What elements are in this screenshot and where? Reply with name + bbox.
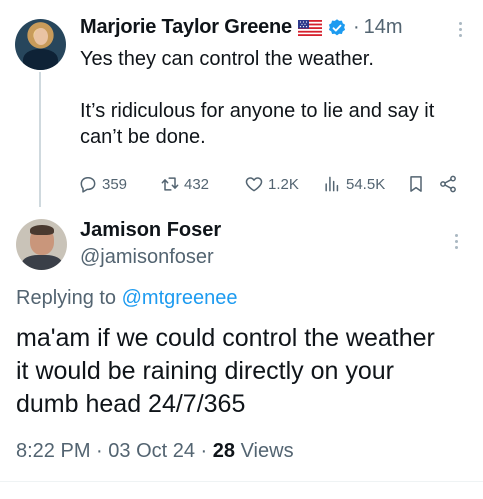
reply-icon: [80, 177, 96, 193]
reply-count: 359: [102, 175, 128, 193]
views-label: Views: [240, 440, 294, 462]
reply-button[interactable]: 359: [78, 171, 127, 197]
tweet-header: Marjorie Taylor Greene · 14m: [80, 16, 403, 39]
author-name[interactable]: Marjorie Taylor Greene: [80, 16, 292, 39]
repost-button[interactable]: 432: [160, 171, 209, 197]
thread-connector-line: [39, 72, 41, 207]
avatar-body: [23, 49, 58, 70]
more-options-icon[interactable]: [457, 22, 463, 40]
share-button[interactable]: [438, 171, 458, 197]
avatar-shirt: [22, 255, 62, 270]
tweet-time[interactable]: 14m: [364, 16, 403, 39]
mention-link[interactable]: @mtgreenee: [122, 287, 238, 309]
like-count: 1.2K: [268, 175, 299, 193]
tweet-date[interactable]: 03 Oct 24: [108, 440, 195, 462]
like-button[interactable]: 1.2K: [244, 171, 299, 197]
bookmark-button[interactable]: [406, 171, 426, 197]
bookmark-icon: [410, 176, 422, 192]
views-count: 28: [212, 440, 236, 462]
separator-dot: ·: [200, 440, 213, 462]
tweet-actions: 359 432 1.2K 54.5K: [78, 171, 468, 197]
replying-to-prefix: Replying to: [16, 287, 117, 309]
replying-to-line: Replying to @mtgreenee: [16, 287, 238, 310]
views-count: 54.5K: [346, 175, 386, 193]
verified-badge-icon[interactable]: [327, 18, 347, 38]
author-name[interactable]: Jamison Foser: [80, 219, 221, 242]
more-options-icon[interactable]: [453, 234, 459, 252]
tweet-text: Yes they can control the weather. It’s r…: [80, 48, 435, 148]
avatar[interactable]: [16, 219, 67, 270]
heart-icon: [245, 177, 263, 192]
tweet-metadata: 8:22 PM · 03 Oct 24 · 28 Views: [16, 440, 294, 463]
repost-icon: [161, 177, 179, 191]
repost-count: 432: [184, 175, 210, 193]
author-handle[interactable]: @jamisonfoser: [80, 246, 214, 269]
divider: [0, 481, 483, 482]
views-button[interactable]: 54.5K: [322, 171, 385, 197]
separator-dot: ·: [96, 440, 109, 462]
tweet-text: ma'am if we could control the weather it…: [16, 324, 435, 418]
views-chart-icon: [325, 176, 339, 192]
avatar[interactable]: [15, 19, 66, 70]
tweet-time[interactable]: 8:22 PM: [16, 440, 90, 462]
avatar-hair: [30, 225, 54, 235]
avatar-face: [34, 28, 48, 45]
tweet-thread: Marjorie Taylor Greene · 14m Yes they ca…: [0, 0, 483, 499]
share-icon: [440, 175, 456, 193]
us-flag-icon: [297, 19, 322, 36]
separator-dot: ·: [352, 16, 360, 38]
